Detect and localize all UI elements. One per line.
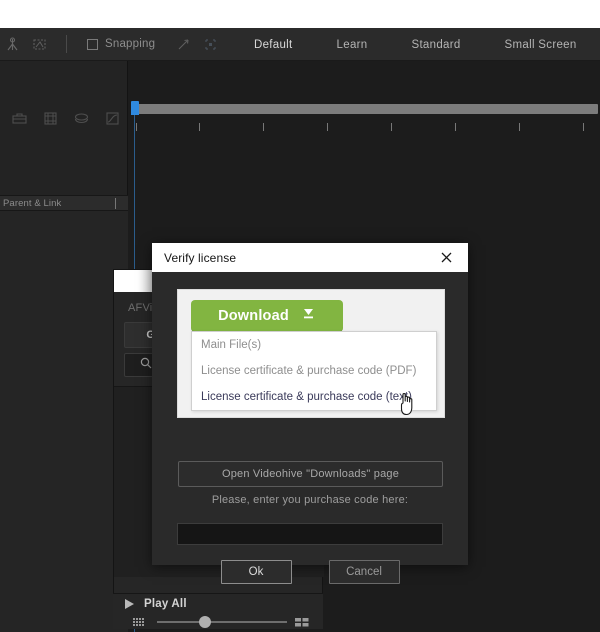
ok-button-label: Ok xyxy=(248,566,264,578)
thumbnail-size-slider[interactable] xyxy=(157,616,287,628)
download-button-label: Download xyxy=(218,308,289,324)
dialog-titlebar[interactable]: Verify license xyxy=(152,243,468,272)
column-header-label: Parent & Link xyxy=(3,197,62,209)
dialog-title: Verify license xyxy=(164,250,237,265)
timeline-work-area-bar[interactable] xyxy=(132,104,598,114)
timeline-playhead[interactable] xyxy=(131,101,139,632)
toolbar-separator xyxy=(66,35,67,53)
top-white-strip xyxy=(0,0,600,28)
menu-item-license-pdf[interactable]: License certificate & purchase code (PDF… xyxy=(192,358,436,384)
shy-layers-icon[interactable] xyxy=(72,109,91,128)
menu-item-main-files[interactable]: Main File(s) xyxy=(192,332,436,358)
timeline-ruler[interactable] xyxy=(128,123,600,137)
workspace-tab-small-screen[interactable]: Small Screen xyxy=(483,28,599,61)
menu-item-label: Main File(s) xyxy=(201,339,262,351)
open-downloads-page-button[interactable]: Open Videohive "Downloads" page xyxy=(178,461,443,487)
open-downloads-page-label: Open Videohive "Downloads" page xyxy=(221,468,400,480)
purchase-code-prompt: Please, enter you purchase code here: xyxy=(211,494,409,506)
play-all-control[interactable]: Play All xyxy=(125,598,187,610)
workspace-tab-label: Small Screen xyxy=(504,38,577,51)
cancel-button-label: Cancel xyxy=(346,566,382,578)
workspace-tab-label: Default xyxy=(254,38,293,51)
verify-license-dialog: Verify license Download Main File(s) Lic… xyxy=(152,243,468,584)
snapping-checkbox[interactable] xyxy=(87,38,98,50)
grid-large-icon[interactable] xyxy=(295,616,311,628)
slider-knob[interactable] xyxy=(198,616,211,628)
workspace-tab-learn[interactable]: Learn xyxy=(315,28,390,61)
film-strip-icon[interactable] xyxy=(41,109,60,128)
region-of-interest-icon[interactable] xyxy=(202,36,219,53)
close-icon[interactable] xyxy=(432,243,460,272)
mask-shape-icon[interactable] xyxy=(31,36,48,53)
workspace-tab-standard[interactable]: Standard xyxy=(389,28,482,61)
main-toolbar: Snapping Default Learn Standard Small Sc… xyxy=(0,28,600,61)
cancel-button[interactable]: Cancel xyxy=(328,560,400,584)
play-all-label: Play All xyxy=(144,598,187,610)
timeline-layer-panel: Parent & Link xyxy=(0,61,128,632)
menu-item-label: License certificate & purchase code (tex… xyxy=(201,391,412,403)
menu-item-label: License certificate & purchase code (PDF… xyxy=(201,365,417,377)
dialog-body: Download Main File(s) License certificat… xyxy=(152,272,468,565)
layer-list xyxy=(0,211,128,632)
parent-and-link-column-header[interactable]: Parent & Link xyxy=(0,195,128,211)
thumbnail-size-slider-row xyxy=(133,616,311,628)
dialog-button-row: Ok Cancel xyxy=(152,560,468,584)
play-all-strip: Play All xyxy=(113,593,323,629)
snapping-link-icon[interactable] xyxy=(175,36,192,53)
snapping-toggle[interactable]: Snapping xyxy=(87,38,155,50)
workspace-tab-label: Standard xyxy=(411,38,461,51)
workspace-tab-label: Learn xyxy=(336,38,368,51)
application-window: Snapping Default Learn Standard Small Sc… xyxy=(0,0,600,632)
download-button[interactable]: Download xyxy=(191,300,343,332)
layer-panel-icon-group xyxy=(0,101,128,135)
column-resize-handle[interactable] xyxy=(115,197,116,209)
pointing-hand-cursor xyxy=(396,389,420,419)
toolbox-icon[interactable] xyxy=(10,109,29,128)
background-panel-titlebar[interactable] xyxy=(114,270,156,292)
ok-button[interactable]: Ok xyxy=(220,560,292,584)
search-icon xyxy=(139,356,153,375)
anchor-point-icon[interactable] xyxy=(4,36,21,53)
graph-editor-icon[interactable] xyxy=(103,109,122,128)
purchase-code-input[interactable] xyxy=(177,523,443,545)
snapping-label: Snapping xyxy=(105,38,156,50)
workspace-tab-default[interactable]: Default xyxy=(232,28,315,61)
grid-small-icon[interactable] xyxy=(133,616,149,628)
play-triangle-icon[interactable] xyxy=(125,599,134,609)
toolbar-icon-group: Snapping xyxy=(0,35,219,53)
download-arrow-icon xyxy=(301,306,316,326)
work-area: Parent & Link AFVi… Play All Verify lice… xyxy=(0,61,600,632)
workspace-tab-bar: Default Learn Standard Small Screen xyxy=(232,28,599,61)
